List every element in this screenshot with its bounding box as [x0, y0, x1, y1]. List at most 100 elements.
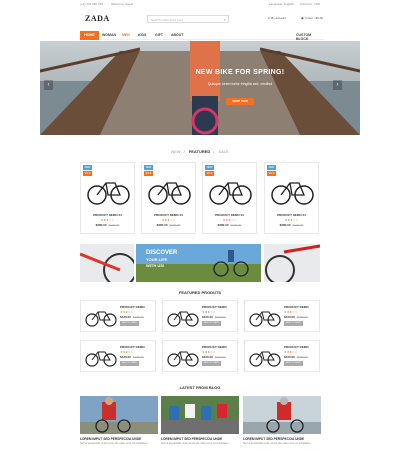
blog-post-excerpt: Sed ut perspiciatis unde omnis iste natu… — [80, 442, 149, 445]
phone-text: (+1) 234 566 789 — [80, 2, 103, 6]
discover-title: DISCOVER — [146, 250, 178, 256]
blog-post-title[interactable]: LOREM IMPUT SED PERSPECCIA UNDE — [243, 437, 304, 441]
product-price: $380.00 $420.00 — [142, 223, 195, 227]
tab-sale[interactable]: SALE — [219, 149, 229, 154]
featured-title: FEATURED PRODUTS — [178, 290, 222, 295]
featured-product-card[interactable]: PRODUCT DEMO ★★★☆☆ $420.00 $480.00 ADD TO… — [244, 300, 320, 332]
discover-line3: WITH US! — [146, 263, 165, 268]
banner-bike-right[interactable] — [264, 244, 320, 282]
blog-image[interactable] — [243, 396, 321, 434]
price: $380.00 — [156, 223, 168, 227]
blog-image[interactable] — [80, 396, 158, 434]
bike-image — [167, 311, 199, 327]
nav-kids[interactable]: KIDS — [138, 33, 146, 37]
product-price: $380.00 $420.00 — [203, 223, 256, 227]
nav-men[interactable]: MEN — [122, 33, 130, 37]
product-card[interactable]: NEW SALE PRODUCT DEMO 01 ★★★☆☆ $380.00 $4… — [264, 162, 319, 234]
product-card[interactable]: NEW SALE PRODUCT DEMO 01 ★★★☆☆ $380.00 $4… — [202, 162, 257, 234]
product-name[interactable]: PRODUCT DEMO — [120, 345, 145, 349]
price: $420.00 — [120, 315, 131, 319]
featured-product-card[interactable]: PRODUCT DEMO ★★★☆☆ $420.00 $480.00 ADD TO… — [244, 340, 320, 372]
nav-gift[interactable]: GIFT — [155, 33, 163, 37]
product-name[interactable]: PRODUCT DEMO — [284, 305, 309, 309]
discover-banner[interactable]: DISCOVER YOUR LIFE WITH US! — [136, 244, 261, 282]
price: $420.00 — [202, 315, 213, 319]
product-rating: ★★★☆☆ — [120, 350, 134, 354]
old-price: $480.00 — [296, 355, 308, 359]
hero-slider: NEW BIKE FOR SPRING! Quisque lorem torto… — [40, 41, 360, 135]
nav-home[interactable]: HOME — [80, 31, 99, 40]
featured-product-card[interactable]: PRODUCT DEMO ★★★☆☆ $420.00 $480.00 ADD TO… — [162, 340, 238, 372]
bike-image — [249, 311, 281, 327]
featured-product-card[interactable]: PRODUCT DEMO ★★★☆☆ $420.00 $480.00 ADD TO… — [80, 340, 156, 372]
product-name[interactable]: PRODUCT DEMO — [120, 305, 145, 309]
product-price: $420.00 $480.00 — [284, 315, 308, 319]
product-rating: ★★★☆☆ — [284, 218, 299, 222]
price: $380.00 — [217, 223, 229, 227]
blog-post[interactable]: LOREM IMPUT SED PERSPECCIA UNDE Sed ut p… — [243, 396, 321, 450]
hero-prev-arrow-icon[interactable]: ‹ — [44, 80, 53, 90]
welcome-text: Welcome, Guest — [110, 2, 134, 6]
tab-new[interactable]: NEW — [171, 149, 180, 154]
product-name[interactable]: PRODUCT DEMO 01 — [142, 213, 195, 217]
blog-post[interactable]: LOREM IMPUT SED PERSPECCIA UNDE Sed ut p… — [80, 396, 158, 450]
product-name[interactable]: PRODUCT DEMO — [202, 305, 227, 309]
nav-woman[interactable]: WOMAN — [102, 33, 116, 37]
blog-post[interactable]: LOREM IMPUT SED PERSPECCIA UNDE Sed ut p… — [161, 396, 239, 450]
price: $420.00 — [284, 315, 295, 319]
add-to-cart-button[interactable]: ADD TO CART — [284, 361, 303, 366]
product-card[interactable]: NEW SALE PRODUCT DEMO 01 ★★★☆☆ $380.00 $4… — [80, 162, 135, 234]
language-select[interactable]: Language: English — [269, 2, 294, 6]
old-price: $420.00 — [108, 223, 120, 227]
price: $420.00 — [284, 355, 295, 359]
search-input[interactable]: Search entire store here ⌕ — [147, 15, 229, 23]
blog-post-title[interactable]: LOREM IMPUT SED PERSPECCIA UNDE — [161, 437, 222, 441]
product-name[interactable]: PRODUCT DEMO — [202, 345, 227, 349]
logo[interactable]: ZADA — [85, 14, 110, 23]
currency-select[interactable]: Currency: USD — [300, 2, 320, 6]
featured-product-card[interactable]: PRODUCT DEMO ★★★☆☆ $420.00 $480.00 ADD TO… — [162, 300, 238, 332]
add-to-cart-button[interactable]: ADD TO CART — [120, 361, 139, 366]
product-rating: ★★★☆☆ — [284, 350, 298, 354]
cart-label: 0 item - $0.00 — [304, 16, 324, 20]
product-price: $380.00 $420.00 — [265, 223, 318, 227]
shop-now-button[interactable]: SHOP NOW — [226, 98, 254, 105]
add-to-cart-button[interactable]: ADD TO CART — [202, 321, 221, 326]
user-icon: ● — [268, 16, 270, 20]
add-to-cart-button[interactable]: ADD TO CART — [202, 361, 221, 366]
old-price: $480.00 — [132, 315, 144, 319]
banner-bike-left[interactable] — [80, 244, 134, 282]
old-price: $480.00 — [132, 355, 144, 359]
search-icon[interactable]: ⌕ — [224, 17, 226, 22]
add-to-cart-button[interactable]: ADD TO CART — [284, 321, 303, 326]
product-card[interactable]: NEW SALE PRODUCT DEMO 01 ★★★☆☆ $380.00 $4… — [141, 162, 196, 234]
product-rating: ★★★☆☆ — [284, 310, 298, 314]
product-name[interactable]: PRODUCT DEMO 01 — [81, 213, 134, 217]
product-name[interactable]: PRODUCT DEMO 01 — [265, 213, 318, 217]
hero-image — [40, 41, 360, 135]
blog-title: LATEST FROM BLOG — [179, 385, 221, 390]
product-rating: ★★★☆☆ — [202, 310, 216, 314]
bike-image — [85, 311, 117, 327]
product-name[interactable]: PRODUCT DEMO 01 — [203, 213, 256, 217]
product-price: $420.00 $480.00 — [284, 355, 308, 359]
tab-featured[interactable]: FEATURED — [189, 149, 210, 154]
add-to-cart-button[interactable]: ADD TO CART — [120, 321, 139, 326]
cart-link[interactable]: ▣ 0 item - $0.00 — [301, 16, 323, 20]
featured-product-card[interactable]: PRODUCT DEMO ★★★☆☆ $420.00 $480.00 ADD TO… — [80, 300, 156, 332]
old-price: $420.00 — [292, 223, 304, 227]
account-link[interactable]: ● My account — [268, 16, 286, 20]
blog-post-excerpt: Sed ut perspiciatis unde omnis iste natu… — [161, 442, 230, 445]
hero-next-arrow-icon[interactable]: › — [333, 80, 342, 90]
old-price: $480.00 — [214, 315, 226, 319]
blog-image[interactable] — [161, 396, 239, 434]
nav-custom-block[interactable]: CUSTOM BLOCK — [296, 33, 324, 41]
blog-post-title[interactable]: LOREM IMPUT SED PERSPECCIA UNDE — [80, 437, 141, 441]
nav-about[interactable]: ABOUT — [171, 33, 183, 37]
bike-detail-image — [265, 244, 320, 282]
product-name[interactable]: PRODUCT DEMO — [284, 345, 309, 349]
discover-line2: YOUR LIFE — [146, 257, 168, 262]
product-rating: ★★★☆☆ — [202, 350, 216, 354]
account-label: My account — [270, 16, 286, 20]
price: $420.00 — [120, 355, 131, 359]
